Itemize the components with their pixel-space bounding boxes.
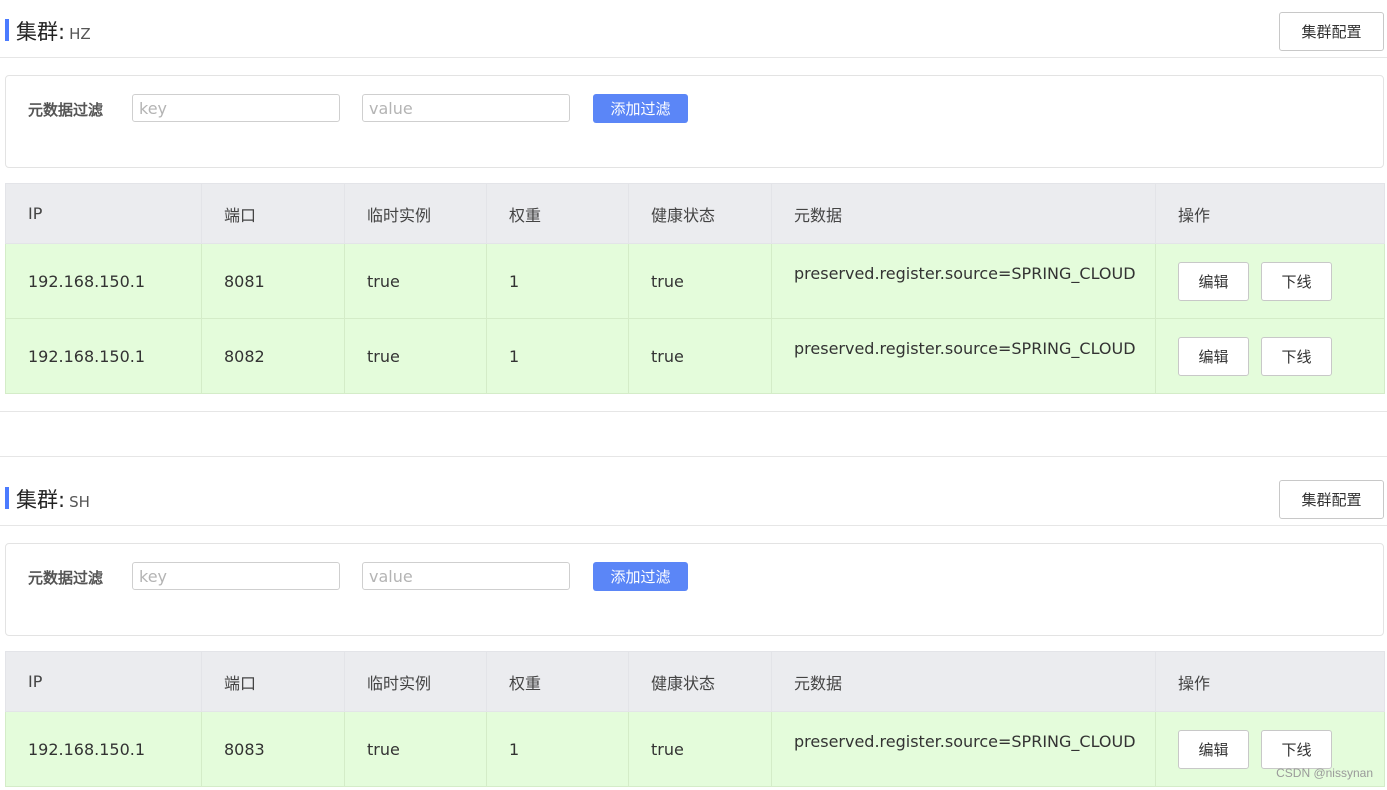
cluster-accent-bar [5, 19, 9, 41]
cluster-config-button[interactable]: 集群配置 [1279, 12, 1384, 51]
cluster-title-prefix: 集群: [16, 20, 66, 44]
cluster-accent-bar [5, 487, 9, 509]
column-header-healthy: 健康状态 [628, 183, 772, 244]
column-header-healthy: 健康状态 [628, 651, 772, 712]
cluster-title: 集群: SH [16, 484, 90, 514]
cluster-title-prefix: 集群: [16, 488, 66, 512]
metadata-filter-label: 元数据过滤 [28, 569, 104, 587]
cell-ephemeral: true [344, 711, 487, 787]
cell-healthy: true [628, 318, 772, 394]
cluster-hz: 集群:HZ 集群配置 元数据过滤 添加过滤 IP 端口 临时实例 权重 健康状态… [0, 0, 1387, 400]
filter-value-input[interactable] [362, 94, 570, 122]
metadata-filter-panel: 元数据过滤 添加过滤 [5, 543, 1384, 636]
edit-button[interactable]: 编辑 [1178, 261, 1249, 301]
cell-metadata: preserved.register.source=SPRING_CLOUD [771, 243, 1156, 319]
offline-button[interactable]: 下线 [1261, 261, 1332, 301]
cell-ip: 192.168.150.1 [5, 318, 202, 394]
cell-metadata: preserved.register.source=SPRING_CLOUD [771, 318, 1156, 394]
cell-healthy: true [628, 711, 772, 787]
table-header-row: IP 端口 临时实例 权重 健康状态 元数据 操作 [5, 183, 1385, 244]
cell-actions: 编辑 下线 [1155, 243, 1385, 319]
column-header-ip: IP [5, 651, 202, 712]
offline-button[interactable]: 下线 [1261, 336, 1332, 376]
offline-button[interactable]: 下线 [1261, 729, 1332, 769]
instance-table: IP 端口 临时实例 权重 健康状态 元数据 操作 192.168.150.1 … [5, 651, 1385, 787]
cell-ip: 192.168.150.1 [5, 243, 202, 319]
section-divider [0, 411, 1387, 412]
add-filter-button[interactable]: 添加过滤 [593, 562, 688, 591]
cluster-header: 集群: SH 集群配置 [0, 468, 1387, 526]
column-header-metadata: 元数据 [771, 183, 1156, 244]
edit-button[interactable]: 编辑 [1178, 336, 1249, 376]
cluster-sh: 集群:SH 集群配置 元数据过滤 添加过滤 IP 端口 临时实例 权重 健康状态… [0, 468, 1387, 790]
column-header-actions: 操作 [1155, 183, 1385, 244]
table-row: 192.168.150.1 8083 true 1 true preserved… [5, 711, 1385, 787]
cluster-name: SH [69, 493, 90, 511]
instance-table: IP 端口 临时实例 权重 健康状态 元数据 操作 192.168.150.1 … [5, 183, 1385, 394]
cell-ephemeral: true [344, 318, 487, 394]
csdn-watermark: CSDN @nissynan [1276, 766, 1373, 780]
cell-port: 8081 [201, 243, 345, 319]
cell-ephemeral: true [344, 243, 487, 319]
cell-weight: 1 [486, 711, 629, 787]
cell-ip: 192.168.150.1 [5, 711, 202, 787]
add-filter-button[interactable]: 添加过滤 [593, 94, 688, 123]
column-header-actions: 操作 [1155, 651, 1385, 712]
section-divider [0, 456, 1387, 457]
table-row: 192.168.150.1 8081 true 1 true preserved… [5, 243, 1385, 319]
column-header-port: 端口 [201, 183, 345, 244]
cluster-title: 集群: HZ [16, 16, 91, 46]
cluster-header: 集群: HZ 集群配置 [0, 0, 1387, 58]
filter-value-input[interactable] [362, 562, 570, 590]
column-header-weight: 权重 [486, 183, 629, 244]
cell-weight: 1 [486, 318, 629, 394]
table-header-row: IP 端口 临时实例 权重 健康状态 元数据 操作 [5, 651, 1385, 712]
column-header-ephemeral: 临时实例 [344, 651, 487, 712]
cell-port: 8083 [201, 711, 345, 787]
column-header-ip: IP [5, 183, 202, 244]
cell-weight: 1 [486, 243, 629, 319]
column-header-port: 端口 [201, 651, 345, 712]
cell-metadata: preserved.register.source=SPRING_CLOUD [771, 711, 1156, 787]
table-row: 192.168.150.1 8082 true 1 true preserved… [5, 318, 1385, 394]
filter-key-input[interactable] [132, 94, 340, 122]
column-header-weight: 权重 [486, 651, 629, 712]
cell-healthy: true [628, 243, 772, 319]
filter-key-input[interactable] [132, 562, 340, 590]
cluster-config-button[interactable]: 集群配置 [1279, 480, 1384, 519]
cell-port: 8082 [201, 318, 345, 394]
cluster-name: HZ [69, 25, 91, 43]
edit-button[interactable]: 编辑 [1178, 729, 1249, 769]
column-header-metadata: 元数据 [771, 651, 1156, 712]
cell-actions: 编辑 下线 [1155, 318, 1385, 394]
column-header-ephemeral: 临时实例 [344, 183, 487, 244]
metadata-filter-panel: 元数据过滤 添加过滤 [5, 75, 1384, 168]
metadata-filter-label: 元数据过滤 [28, 101, 104, 119]
